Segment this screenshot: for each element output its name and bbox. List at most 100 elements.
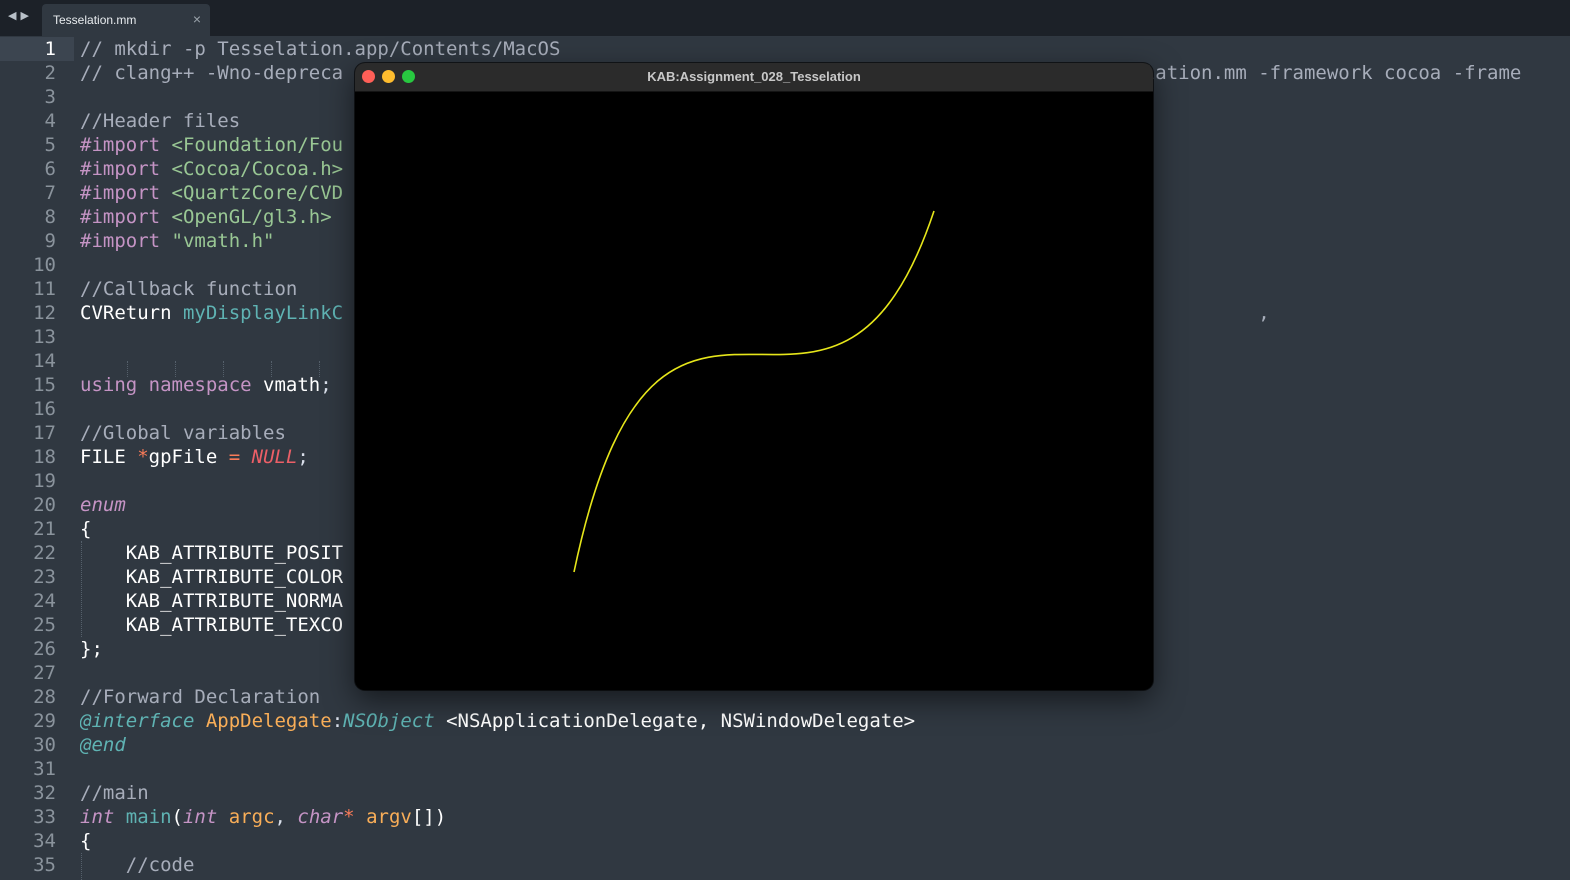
code-token: ( [171,806,183,828]
code-token: NULL [251,446,298,468]
code-token: { [80,518,92,540]
code-token: KAB_ATTRIBUTE_TEXCO [80,614,344,636]
code-token: vmath [263,374,321,396]
code-token: //Global variables [80,422,286,444]
line-number: 5 [44,134,56,156]
code-line[interactable]: //main [80,781,1570,805]
code-token: //main [80,782,149,804]
line-number: 13 [33,326,56,348]
code-token: <NSApplicationDelegate, NSWindowDelegate… [446,710,916,732]
line-number: 32 [33,782,56,804]
line-number: 22 [33,542,56,564]
opengl-view[interactable] [355,92,1153,690]
line-number: 24 [33,590,56,612]
code-token: //Forward Declaration [80,686,321,708]
line-number: 18 [33,446,56,468]
line-number: 27 [33,662,56,684]
line-number: 35 [33,854,56,876]
code-line[interactable] [80,757,1570,781]
line-number: 2 [44,62,56,84]
line-number: 14 [33,350,56,372]
code-token: //Callback function [80,278,298,300]
code-token: #import [80,182,172,204]
line-number: 21 [33,518,56,540]
line-number: 26 [33,638,56,660]
line-number: 10 [33,254,56,276]
code-token: NSObject [343,710,447,732]
bezier-curve [573,210,935,573]
code-token: <Foundation/Fou [171,134,344,156]
code-line[interactable]: // mkdir -p Tesselation.app/Contents/Mac… [80,37,1570,61]
code-token: using [80,374,149,396]
code-token: //Header files [80,110,241,132]
code-token: , [274,806,298,828]
tesselation-app-window[interactable]: KAB:Assignment_028_Tesselation [355,63,1153,690]
code-token: #import [80,206,172,228]
code-token: enum [80,494,126,516]
code-token: KAB_ATTRIBUTE_NORMA [80,590,344,612]
code-token: char [297,806,344,828]
line-number: 34 [33,830,56,852]
line-number: 28 [33,686,56,708]
tab-navigation: ◀ ▶ [8,9,29,22]
line-number: 19 [33,470,56,492]
code-line[interactable]: @end [80,733,1570,757]
code-token: ; [320,374,332,396]
code-token: ; [297,446,309,468]
tab-bar: ◀ ▶ Tesselation.mm × [0,0,1570,36]
code-token: //code [80,854,195,876]
code-line[interactable]: { [80,829,1570,853]
code-token: <OpenGL/gl3.h> [171,206,332,228]
code-token: * [137,446,149,468]
back-arrow-icon[interactable]: ◀ [8,9,16,22]
line-number: 1 [44,38,56,60]
line-number: 4 [44,110,56,132]
close-tab-icon[interactable]: × [193,11,201,27]
code-line[interactable]: //code [80,853,1570,877]
tab-label: Tesselation.mm [53,13,137,27]
code-token: = [228,446,252,468]
code-line[interactable]: int main(int argc, char* argv[]) [80,805,1570,829]
code-token: <QuartzCore/CVD [171,182,344,204]
code-token: }; [80,638,103,660]
code-token: : [331,710,344,732]
line-number: 11 [33,278,56,300]
tab-tesselation-mm[interactable]: Tesselation.mm × [42,4,210,36]
code-token: myDisplayLinkC [182,302,344,324]
code-token: { [80,830,92,852]
line-number: 31 [33,758,56,780]
line-number: 12 [33,302,56,324]
code-token: CVReturn [80,302,183,324]
code-token: KAB_ATTRIBUTE_COLOR [80,566,344,588]
line-number: 8 [44,206,56,228]
code-token: #import [80,230,172,252]
line-number: 29 [33,710,56,732]
line-number: 15 [33,374,56,396]
code-token: #import [80,134,172,156]
code-line[interactable]: @interface AppDelegate:NSObject <NSAppli… [80,709,1570,733]
code-token: @end [80,734,126,756]
line-number: 17 [33,422,56,444]
code-token: namespace [148,374,264,396]
line-number: 16 [33,398,56,420]
code-token: // mkdir -p Tesselation.app/Contents/Mac… [80,38,561,60]
forward-arrow-icon[interactable]: ▶ [20,9,28,22]
code-token: * [343,806,367,828]
code-token: int [182,806,229,828]
line-number: 7 [44,182,56,204]
window-titlebar[interactable]: KAB:Assignment_028_Tesselation [355,63,1153,92]
code-token: // clang++ -Wno-depreca [80,62,344,84]
line-number: 9 [44,230,56,252]
code-token: KAB_ATTRIBUTE_POSIT [80,542,344,564]
code-token: int [80,806,126,828]
code-token: argc [228,806,275,828]
line-number: 25 [33,614,56,636]
code-token: []) [411,806,447,828]
line-number: 20 [33,494,56,516]
line-number: 6 [44,158,56,180]
code-token: #import [80,158,172,180]
line-number: 30 [33,734,56,756]
line-number: 33 [33,806,56,828]
render-canvas [573,210,935,573]
code-token: "vmath.h" [171,230,275,252]
